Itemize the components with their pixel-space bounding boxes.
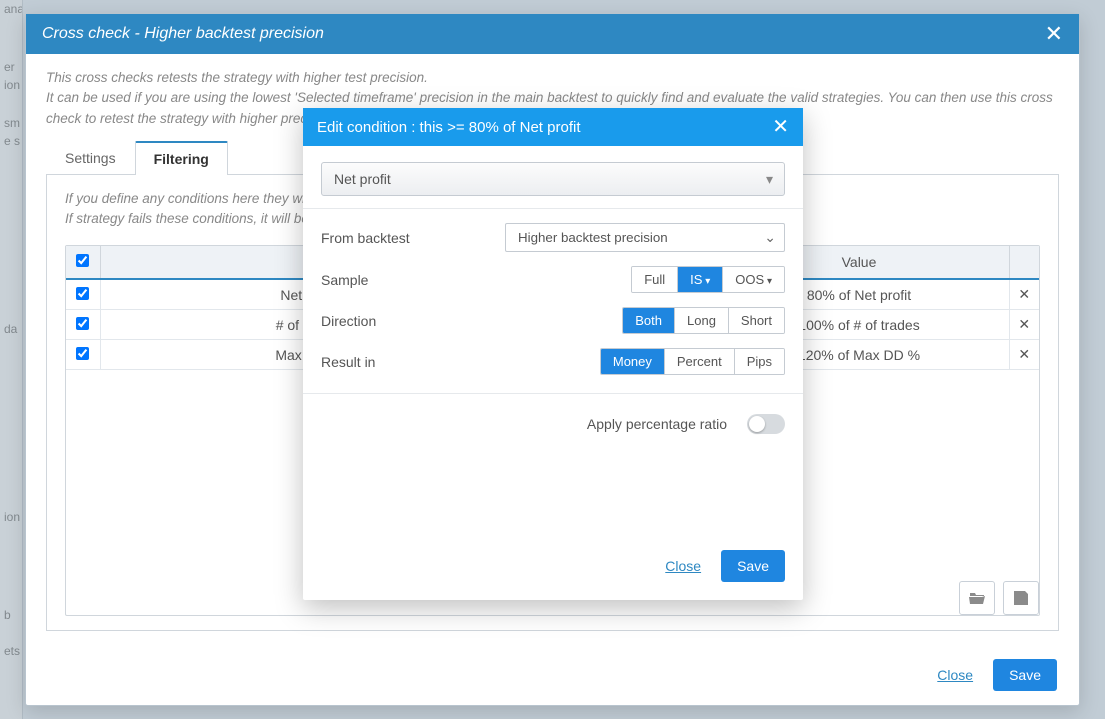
close-icon[interactable]: ✕ — [772, 117, 789, 137]
inner-save-button[interactable]: Save — [721, 550, 785, 582]
result-in-label: Result in — [321, 354, 471, 370]
sample-full[interactable]: Full — [632, 267, 678, 292]
direction-label: Direction — [321, 313, 471, 329]
column-header-actions — [1009, 246, 1039, 279]
sample-segmented: Full IS OOS — [631, 266, 785, 293]
metric-select[interactable]: Net profit — [321, 162, 785, 196]
delete-row-icon[interactable]: ✕ — [1009, 279, 1039, 310]
column-header-checkbox[interactable] — [66, 246, 100, 279]
from-backtest-select[interactable]: Higher backtest precision — [505, 223, 785, 252]
inner-modal-header: Edit condition : this >= 80% of Net prof… — [303, 108, 803, 146]
sample-is[interactable]: IS — [678, 267, 723, 292]
close-icon[interactable]: ✕ — [1045, 23, 1063, 45]
result-segmented: Money Percent Pips — [600, 348, 785, 375]
edit-condition-modal: Edit condition : this >= 80% of Net prof… — [303, 108, 803, 600]
delete-row-icon[interactable]: ✕ — [1009, 310, 1039, 340]
select-all-checkbox[interactable] — [76, 254, 89, 267]
inner-close-button[interactable]: Close — [665, 558, 701, 574]
row-checkbox[interactable] — [76, 347, 89, 360]
from-backtest-label: From backtest — [321, 230, 471, 246]
inner-modal-title: Edit condition : this >= 80% of Net prof… — [317, 119, 580, 136]
result-pips[interactable]: Pips — [735, 349, 784, 374]
sample-label: Sample — [321, 272, 471, 288]
result-money[interactable]: Money — [601, 349, 665, 374]
save-disk-icon[interactable] — [1003, 581, 1039, 615]
delete-row-icon[interactable]: ✕ — [1009, 340, 1039, 370]
modal-header: Cross check - Higher backtest precision … — [26, 14, 1079, 54]
apply-ratio-label: Apply percentage ratio — [587, 416, 727, 432]
result-percent[interactable]: Percent — [665, 349, 735, 374]
apply-ratio-toggle[interactable] — [747, 414, 785, 434]
modal-title: Cross check - Higher backtest precision — [42, 25, 324, 43]
direction-short[interactable]: Short — [729, 308, 784, 333]
direction-segmented: Both Long Short — [622, 307, 785, 334]
sample-oos[interactable]: OOS — [723, 267, 784, 292]
tab-filtering[interactable]: Filtering — [135, 141, 228, 175]
inner-modal-footer: Close Save — [303, 538, 803, 600]
row-checkbox[interactable] — [76, 317, 89, 330]
modal-footer: Close Save — [26, 645, 1079, 705]
direction-both[interactable]: Both — [623, 308, 675, 333]
close-button[interactable]: Close — [937, 667, 973, 683]
tab-settings[interactable]: Settings — [46, 141, 135, 174]
row-checkbox[interactable] — [76, 287, 89, 300]
direction-long[interactable]: Long — [675, 308, 729, 333]
folder-open-icon[interactable] — [959, 581, 995, 615]
save-button[interactable]: Save — [993, 659, 1057, 691]
